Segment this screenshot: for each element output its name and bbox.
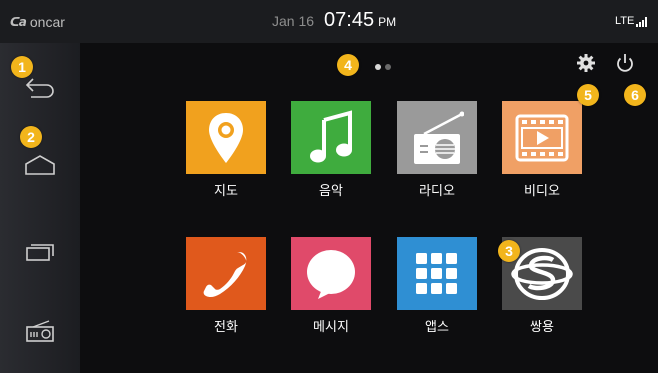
- clock: Jan 16 07:45 PM: [272, 9, 396, 35]
- app-icon-box: [397, 237, 477, 310]
- phone-icon: [203, 251, 247, 297]
- brand-logo: ᑕa: [10, 15, 27, 29]
- app-icon-box: [397, 101, 477, 174]
- home-screen: ᑕa oncar Jan 16 07:45 PM LTE 지도 음악 라디오 비…: [0, 0, 658, 373]
- callout-badge-4: 4: [337, 54, 359, 76]
- home-button[interactable]: [0, 135, 80, 195]
- app-label: 비디오: [524, 184, 560, 199]
- app-label: 라디오: [419, 184, 455, 199]
- callout-badge-1: 1: [11, 56, 33, 78]
- app-label: 지도: [214, 184, 238, 199]
- network-indicator: LTE: [615, 15, 648, 27]
- page-indicator[interactable]: [375, 64, 391, 70]
- callout-badge-5: 5: [577, 84, 599, 106]
- app-label: 전화: [214, 320, 238, 335]
- video-icon: [515, 114, 569, 161]
- ampm-label: PM: [378, 15, 397, 29]
- callout-badge-3: 3: [498, 240, 520, 262]
- power-icon: [617, 54, 633, 72]
- ssangyong-logo-icon: [511, 247, 573, 300]
- app-icon-box: [291, 237, 371, 310]
- app-label: 쌍용: [530, 320, 554, 335]
- callout-badge-2: 2: [20, 126, 42, 148]
- app-tile-phone[interactable]: 전화: [186, 237, 266, 335]
- app-label: 메시지: [313, 320, 349, 335]
- app-tile-map[interactable]: 지도: [186, 101, 266, 199]
- power-button[interactable]: [615, 52, 635, 74]
- app-tile-video[interactable]: 비디오: [502, 101, 582, 199]
- recent-apps-icon: [26, 244, 54, 261]
- brand: ᑕa oncar: [10, 11, 65, 33]
- app-label: 음악: [319, 184, 343, 199]
- home-icon: [25, 155, 55, 175]
- app-label: 앱스: [425, 320, 449, 335]
- app-tile-music[interactable]: 음악: [291, 101, 371, 199]
- side-navigation: [0, 43, 80, 373]
- time-label: 07:45: [324, 9, 375, 31]
- page-dot: [385, 64, 391, 70]
- app-tile-apps[interactable]: 앱스: [397, 237, 477, 335]
- settings-button[interactable]: [576, 53, 596, 73]
- callout-badge-6: 6: [624, 84, 646, 106]
- date-label: Jan 16: [272, 13, 315, 29]
- gear-icon: [577, 54, 595, 72]
- map-pin-icon: [209, 112, 243, 163]
- app-icon-box: [186, 101, 266, 174]
- recent-apps-button[interactable]: [0, 221, 80, 281]
- radio-icon: [26, 320, 54, 342]
- page-dot-active: [375, 64, 381, 70]
- apps-grid-icon: [416, 252, 457, 294]
- app-icon-box: [186, 237, 266, 310]
- network-label: LTE: [615, 15, 635, 27]
- message-icon: [307, 249, 355, 299]
- app-tile-radio[interactable]: 라디오: [397, 101, 477, 199]
- app-tile-message[interactable]: 메시지: [291, 237, 371, 335]
- back-arrow-icon: [25, 78, 54, 98]
- radio-icon: [414, 111, 464, 164]
- status-bar: ᑕa oncar Jan 16 07:45 PM LTE: [0, 0, 658, 43]
- brand-name: oncar: [29, 14, 65, 30]
- app-icon-box: [502, 101, 582, 174]
- signal-bars-icon: [636, 17, 648, 27]
- music-note-icon: [310, 109, 352, 162]
- app-icon-box: [291, 101, 371, 174]
- radio-shortcut-button[interactable]: [0, 301, 80, 361]
